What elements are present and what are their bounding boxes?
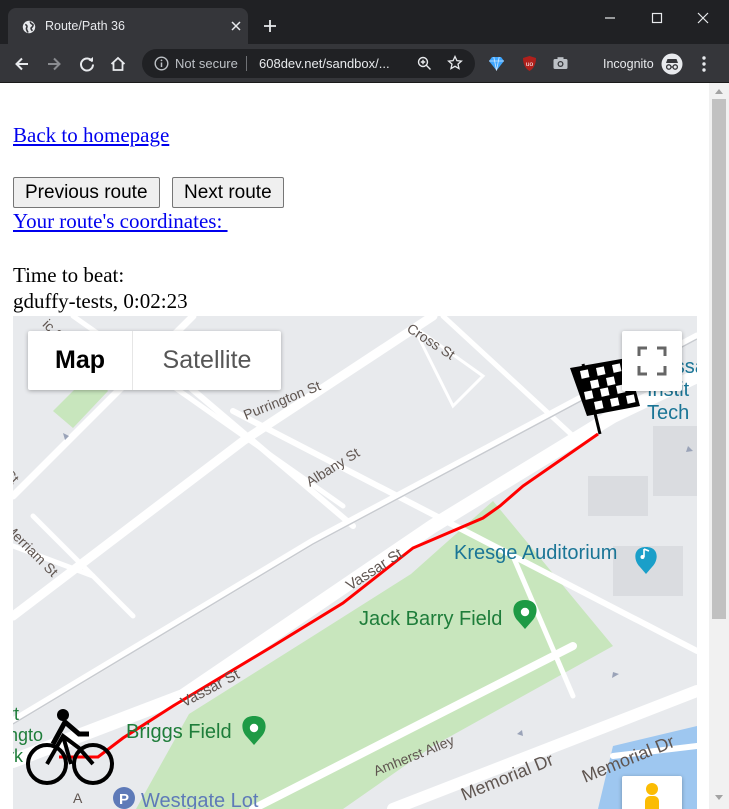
- time-to-beat-label: Time to beat:: [13, 263, 125, 287]
- street-view-button[interactable]: [622, 776, 682, 809]
- tab-title: Route/Path 36: [45, 19, 125, 33]
- map-type-control: Map Satellite: [28, 331, 281, 390]
- next-route-button[interactable]: Next route: [172, 177, 284, 208]
- map-type-map-button[interactable]: Map: [28, 331, 133, 390]
- poi-label-mit-line3[interactable]: Tech: [647, 402, 689, 425]
- minimize-icon[interactable]: [602, 10, 618, 26]
- ublock-extension-icon[interactable]: uo: [521, 55, 538, 72]
- reload-icon[interactable]: [78, 55, 96, 73]
- zoom-icon[interactable]: [417, 56, 432, 71]
- security-label: Not secure: [175, 56, 238, 71]
- back-to-homepage-link[interactable]: Back to homepage: [13, 123, 169, 148]
- map-label-rk-fragment: rk: [13, 746, 23, 766]
- poi-label-westgate[interactable]: Westgate Lot: [141, 790, 258, 809]
- scroll-up-arrow-icon[interactable]: [715, 89, 723, 94]
- browser-tab[interactable]: Route/Path 36: [8, 8, 248, 44]
- pegman-icon: [645, 783, 659, 809]
- route-coordinates-link[interactable]: Your route's coordinates:: [13, 209, 228, 234]
- tab-close-icon[interactable]: [229, 19, 243, 33]
- browser-titlebar: Route/Path 36: [0, 0, 729, 44]
- url-text[interactable]: 608dev.net/sandbox/...: [259, 56, 390, 71]
- incognito-icon[interactable]: [661, 53, 683, 75]
- address-bar[interactable]: Not secure 608dev.net/sandbox/...: [142, 49, 475, 78]
- map-label-a-fragment: A: [73, 790, 83, 806]
- previous-route-button[interactable]: Previous route: [13, 177, 160, 208]
- address-divider: [246, 56, 247, 71]
- map-type-satellite-button[interactable]: Satellite: [133, 331, 281, 390]
- scroll-down-arrow-icon[interactable]: [715, 795, 723, 800]
- back-arrow-icon[interactable]: [13, 55, 31, 73]
- poi-label-briggs[interactable]: Briggs Field: [126, 721, 232, 744]
- scrollbar-thumb[interactable]: [712, 99, 726, 619]
- page-content: Back to homepage Previous route Next rou…: [0, 83, 709, 809]
- globe-icon: [22, 20, 36, 34]
- menu-kebab-icon[interactable]: [698, 55, 710, 73]
- diamond-extension-icon[interactable]: [488, 55, 505, 72]
- window-close-icon[interactable]: [695, 10, 711, 26]
- fullscreen-icon: [637, 346, 667, 376]
- info-icon[interactable]: [154, 56, 169, 71]
- svg-text:P: P: [119, 791, 129, 808]
- forward-arrow-icon[interactable]: [45, 55, 63, 73]
- new-tab-icon[interactable]: [262, 18, 278, 34]
- incognito-label: Incognito: [603, 57, 654, 71]
- home-icon[interactable]: [109, 55, 127, 73]
- route-map[interactable]: P Purrington St Albany St Cross St Merri…: [13, 316, 697, 809]
- time-to-beat-value: gduffy-tests, 0:02:23: [13, 289, 188, 313]
- parking-icon[interactable]: P: [113, 787, 135, 809]
- poi-label-jack-barry[interactable]: Jack Barry Field: [359, 608, 502, 631]
- poi-label-kresge[interactable]: Kresge Auditorium: [454, 542, 617, 565]
- camera-extension-icon[interactable]: [552, 55, 569, 72]
- map-label-ngto-fragment: ngto: [13, 725, 44, 745]
- fullscreen-button[interactable]: [622, 331, 682, 391]
- svg-text:uo: uo: [526, 61, 534, 68]
- page-scrollbar[interactable]: [709, 83, 729, 809]
- maximize-icon[interactable]: [649, 10, 665, 26]
- bookmark-star-icon[interactable]: [447, 55, 463, 71]
- map-label-art-fragment: rt: [13, 704, 19, 724]
